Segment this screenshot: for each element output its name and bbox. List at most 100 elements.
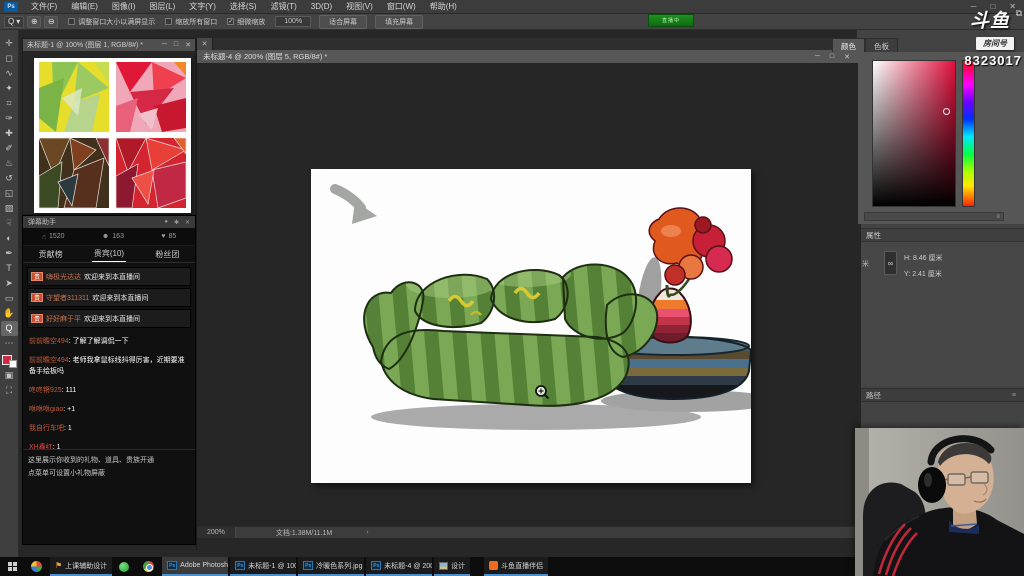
height-unit: 厘米 [929, 255, 943, 262]
screen: Ps 文件(F) 编辑(E) 图像(I) 图层(L) 文字(Y) 选择(S) 滤… [0, 0, 1024, 576]
brush-tool[interactable]: ✐ [1, 141, 18, 156]
status-arrow-icon[interactable]: › [366, 529, 368, 536]
crop-tool[interactable]: ⌗ [1, 96, 18, 111]
checkbox-checked-icon: ✓ [227, 18, 234, 25]
doc1-canvas[interactable] [34, 58, 191, 213]
smudge-tool[interactable]: ☟ [1, 216, 18, 231]
close-icon[interactable]: ✕ [844, 53, 850, 61]
shape-tool[interactable]: ▭ [1, 291, 18, 306]
y-field[interactable]: Y: 2.41 厘米 [904, 269, 942, 279]
background-color-swatch[interactable] [9, 360, 17, 368]
fit-screen-button[interactable]: 适合屏幕 [319, 15, 367, 29]
gift-info-footer: 这里展示你收到的礼物、道具、贵族开通 点菜单可设置小礼物屏蔽 [23, 449, 195, 484]
menu-filter[interactable]: 滤镜(T) [264, 0, 304, 14]
fine-zoom-checkbox[interactable]: ✓ 细微缩放 [227, 17, 265, 27]
minimize-icon[interactable]: ─ [162, 41, 167, 49]
tab-contribution[interactable]: 贡献榜 [37, 247, 65, 262]
task-design-image[interactable]: 设计 [434, 557, 470, 576]
paths-panel-header[interactable]: 路径 ≡ [858, 388, 1024, 402]
start-button[interactable] [0, 557, 24, 576]
hue-slider[interactable] [962, 60, 975, 207]
hand-tool[interactable]: ✋ [1, 306, 18, 321]
close-icon[interactable]: ✕ [185, 41, 191, 49]
height-field[interactable]: H: 8.46 厘米 [904, 253, 943, 263]
douyu-logo: 斗鱼 [930, 6, 1024, 33]
menu-view[interactable]: 视图(V) [339, 0, 380, 14]
panel-menu-icon[interactable]: ≡ [996, 214, 1000, 220]
chat-message: 咻咻咻giao: +1 [29, 404, 189, 415]
menu-help[interactable]: 帮助(H) [423, 0, 464, 14]
color-panel: ≡ [858, 52, 1024, 224]
screen-mode-button[interactable]: ⛶ [1, 383, 18, 398]
maximize-icon[interactable]: □ [830, 53, 834, 61]
doc1-titlebar[interactable]: 未标题-1 @ 100% (图层 1, RGB/8#) * ─ □ ✕ [23, 39, 195, 51]
chat-username: 守望者311311 [46, 293, 89, 303]
doc4-titlebar[interactable]: 未标题-4 @ 200% (图层 5, RGB/8#) * ─ □ ✕ [197, 50, 860, 63]
healing-brush-tool[interactable]: ✚ [1, 126, 18, 141]
pinned-app-button[interactable] [24, 557, 48, 576]
tab-fanclub[interactable]: 粉丝团 [153, 247, 181, 262]
task-photoshop[interactable]: Ps Adobe Photoshop.. [162, 557, 228, 576]
task-lesson-design[interactable]: ⚑ 上课辅助设计 [50, 557, 112, 576]
pen-tool[interactable]: ✒ [1, 246, 18, 261]
zoom-percent-field[interactable]: 100% [275, 16, 311, 27]
maximize-icon[interactable]: □ [174, 41, 178, 49]
chat-text: 1 [57, 444, 61, 449]
move-tool[interactable]: ✛ [1, 36, 18, 51]
fill-screen-button[interactable]: 填充屏幕 [375, 15, 423, 29]
type-tool[interactable]: T [1, 261, 18, 276]
tab-swatches[interactable]: 色板 [865, 38, 898, 52]
footer-line: 这里展示你收到的礼物、道具、贵族开通 [28, 454, 190, 467]
close-icon[interactable]: ✕ [185, 219, 190, 226]
marquee-tool[interactable]: ◻ [1, 51, 18, 66]
eyedropper-tool[interactable]: ✑ [1, 111, 18, 126]
tab-vip[interactable]: 贵宾(10) [92, 246, 126, 262]
menu-select[interactable]: 选择(S) [223, 0, 264, 14]
eraser-tool[interactable]: ◱ [1, 186, 18, 201]
chat-message-list[interactable]: 贵 嗨极光达达 欢迎来到本直播间 贵 守望者311311 欢迎来到本直播间 贵 … [23, 263, 195, 449]
zoom-tool[interactable]: Q [1, 321, 18, 336]
panel-menu-icon[interactable]: ≡ [1012, 392, 1016, 399]
messenger-app-button[interactable] [112, 557, 136, 576]
menu-layer[interactable]: 图层(L) [142, 0, 182, 14]
edit-toolbar-button[interactable]: ⋯ [1, 336, 18, 351]
history-brush-tool[interactable]: ↺ [1, 171, 18, 186]
menu-image[interactable]: 图像(I) [105, 0, 143, 14]
menu-file[interactable]: 文件(F) [24, 0, 64, 14]
lasso-tool[interactable]: ∿ [1, 66, 18, 81]
fine-zoom-label: 细微缩放 [237, 17, 265, 27]
task-color-jpg[interactable]: Ps 冷暖色系列.jpg @ .. [298, 557, 364, 576]
magic-wand-tool[interactable]: ✦ [1, 81, 18, 96]
quick-mask-button[interactable]: ▣ [1, 368, 18, 383]
resize-window-checkbox[interactable]: 调整窗口大小以满屏显示 [68, 17, 155, 27]
menu-type[interactable]: 文字(Y) [182, 0, 223, 14]
minimize-icon[interactable]: ─ [815, 53, 820, 61]
zoom-tool-preset[interactable]: Q ▾ [4, 16, 24, 28]
windows-logo-icon [8, 562, 17, 571]
tab-color[interactable]: 颜色 [832, 38, 865, 52]
zoom-out-button[interactable]: ⊖ [44, 16, 58, 28]
gear-icon[interactable]: ✱ [174, 219, 179, 226]
menu-3d[interactable]: 3D(D) [304, 0, 339, 14]
menu-edit[interactable]: 编辑(E) [64, 0, 105, 14]
y-value: 2.41 [912, 271, 926, 278]
clone-stamp-tool[interactable]: ♨ [1, 156, 18, 171]
statusbar-zoom-field[interactable]: 200% [197, 527, 236, 538]
path-select-tool[interactable]: ➤ [1, 276, 18, 291]
dodge-tool[interactable]: ◐ [1, 231, 18, 246]
zoom-all-checkbox[interactable]: 缩放所有窗口 [165, 17, 217, 27]
chrome-button[interactable] [136, 557, 160, 576]
link-dimensions-icon[interactable]: ∞ [884, 251, 897, 275]
color-cursor[interactable] [943, 108, 950, 115]
zoom-in-button[interactable]: ⊕ [27, 16, 41, 28]
saturation-brightness-field[interactable] [872, 60, 956, 207]
menu-window[interactable]: 窗口(W) [380, 0, 423, 14]
danmu-titlebar[interactable]: 弹幕助手 ● ✱ ✕ [23, 216, 195, 228]
tab-close-icon[interactable]: ✕ [197, 38, 213, 50]
task-douyu-companion[interactable]: 斗鱼直播伴侣 [484, 557, 548, 576]
lock-icon[interactable]: ● [164, 219, 168, 226]
task-untitled1[interactable]: Ps 未标题-1 @ 100% .. [230, 557, 296, 576]
task-untitled4[interactable]: Ps 未标题-4 @ 200% .. [366, 557, 432, 576]
gradient-tool[interactable]: ▨ [1, 201, 18, 216]
drawing-canvas[interactable] [311, 169, 751, 483]
